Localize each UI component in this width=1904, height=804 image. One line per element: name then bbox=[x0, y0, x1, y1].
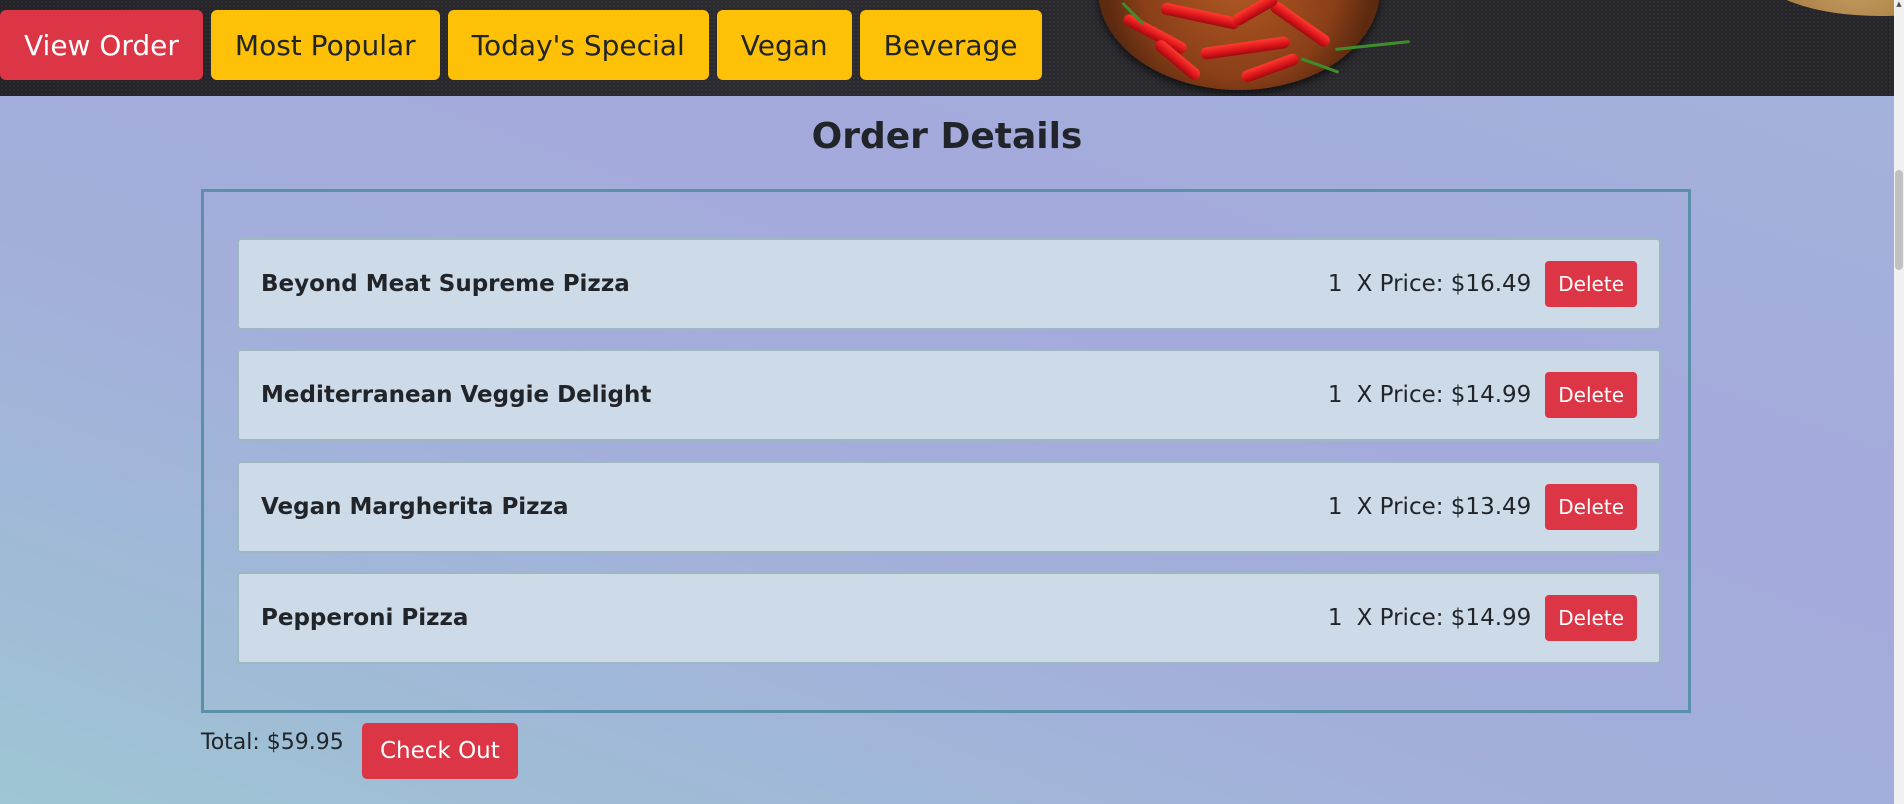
item-quantity: 1 bbox=[1327, 271, 1343, 297]
delete-button[interactable]: Delete bbox=[1545, 261, 1637, 307]
item-price: X Price: $13.49 bbox=[1356, 494, 1532, 520]
item-name: Vegan Margherita Pizza bbox=[261, 494, 569, 520]
item-quantity: 1 bbox=[1327, 382, 1343, 408]
order-item: Pepperoni Pizza 1 X Price: $14.99 Delete bbox=[237, 572, 1661, 664]
item-price: X Price: $16.49 bbox=[1356, 271, 1532, 297]
check-out-button[interactable]: Check Out bbox=[362, 723, 518, 779]
delete-button[interactable]: Delete bbox=[1545, 595, 1637, 641]
vertical-scrollbar[interactable]: ▲ bbox=[1894, 0, 1904, 804]
order-item: Beyond Meat Supreme Pizza 1 X Price: $16… bbox=[237, 238, 1661, 330]
item-price: X Price: $14.99 bbox=[1356, 382, 1532, 408]
item-name: Mediterranean Veggie Delight bbox=[261, 382, 652, 408]
item-price: X Price: $14.99 bbox=[1356, 605, 1532, 631]
header-banner: View Order Most Popular Today's Special … bbox=[0, 0, 1894, 96]
beverage-button[interactable]: Beverage bbox=[859, 10, 1042, 80]
todays-special-button[interactable]: Today's Special bbox=[447, 10, 709, 80]
item-name: Beyond Meat Supreme Pizza bbox=[261, 271, 630, 297]
delete-button[interactable]: Delete bbox=[1545, 372, 1637, 418]
order-item: Vegan Margherita Pizza 1 X Price: $13.49… bbox=[237, 461, 1661, 553]
page-title: Order Details bbox=[811, 116, 1083, 157]
vegan-button[interactable]: Vegan bbox=[716, 10, 852, 80]
order-list: Beyond Meat Supreme Pizza 1 X Price: $16… bbox=[201, 189, 1691, 713]
item-quantity: 1 bbox=[1327, 605, 1343, 631]
order-item: Mediterranean Veggie Delight 1 X Price: … bbox=[237, 349, 1661, 441]
most-popular-button[interactable]: Most Popular bbox=[210, 10, 440, 80]
scroll-up-arrow-icon[interactable]: ▲ bbox=[1895, 0, 1903, 8]
pizza-board-image bbox=[1760, 0, 1894, 16]
delete-button[interactable]: Delete bbox=[1545, 484, 1637, 530]
order-total: Total: $59.95 bbox=[201, 730, 344, 755]
scrollbar-thumb[interactable] bbox=[1895, 170, 1903, 270]
item-quantity: 1 bbox=[1327, 494, 1343, 520]
item-name: Pepperoni Pizza bbox=[261, 605, 469, 631]
category-nav: View Order Most Popular Today's Special … bbox=[0, 10, 1042, 80]
view-order-button[interactable]: View Order bbox=[0, 10, 203, 80]
